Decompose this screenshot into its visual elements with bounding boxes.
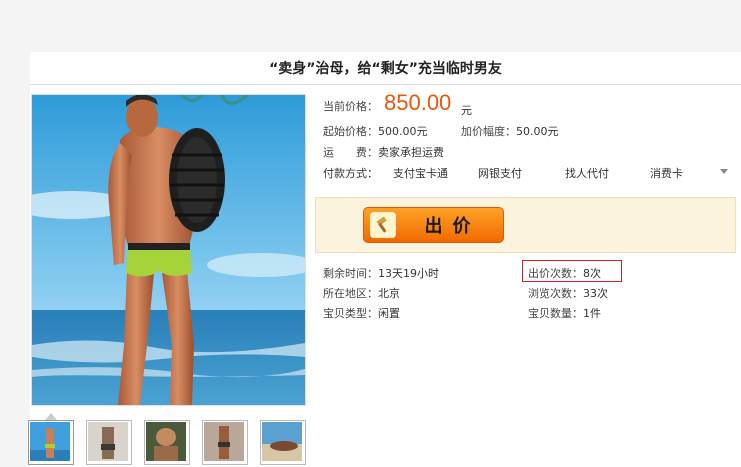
bid-count-highlight [522,260,622,282]
product-main-image[interactable] [31,94,306,406]
remaining-time-label: 剩余时间： [323,267,378,280]
payment-option-4[interactable]: 消费卡 [650,165,683,181]
thumbnail-image [88,422,128,461]
shipping-row: 运 费：卖家承担运费 [323,144,444,160]
increment-row: 加价幅度：50.00元 [461,123,559,139]
thumbnail-4[interactable] [202,420,248,465]
item-title: “卖身”治母，给“剩女”充当临时男友 [30,52,741,85]
payment-option-3[interactable]: 找人代付 [565,165,609,181]
thumbnail-5[interactable] [260,420,306,465]
remaining-time-row: 剩余时间：13天19小时 [323,265,439,281]
bid-button-label: 出价 [424,216,481,237]
current-price-value: 850.00 [384,90,452,115]
thumbnail-2[interactable] [86,420,132,465]
location-value: 北京 [378,287,400,300]
shipping-value: 卖家承担运费 [378,146,444,159]
start-price-label: 起始价格： [323,125,378,138]
chevron-down-icon[interactable] [718,165,730,177]
thumbnail-3[interactable] [144,420,190,465]
thumbnail-image [204,422,244,461]
hammer-icon [370,212,396,238]
start-price-value: 500.00元 [378,125,428,138]
current-price-label: 当前价格： [323,100,378,113]
selected-indicator [45,413,57,420]
increment-value: 50.00元 [516,125,559,138]
quantity-value: 1件 [583,307,601,320]
payment-label: 付款方式： [323,167,378,180]
product-photo [32,95,305,405]
thumbnail-strip [28,413,306,465]
location-label: 所在地区： [323,287,378,300]
location-row: 所在地区：北京 [323,285,400,301]
thumbnail-image [262,422,302,461]
thumbnail-image [30,422,70,461]
shipping-label: 运 费： [323,146,378,159]
item-type-value: 闲置 [378,307,400,320]
start-price-row: 起始价格：500.00元 [323,123,428,139]
views-value: 33次 [583,287,608,300]
quantity-row: 宝贝数量：1件 [528,305,601,321]
thumbnail-image [146,422,186,461]
price-unit: 元 [461,104,472,117]
bid-button[interactable]: 出价 [363,207,504,243]
quantity-label: 宝贝数量： [528,307,583,320]
item-type-row: 宝贝类型：闲置 [323,305,400,321]
remaining-time-value: 13天19小时 [378,267,439,280]
current-price-row: 当前价格： [323,98,378,114]
increment-label: 加价幅度： [461,125,516,138]
views-label: 浏览次数： [528,287,583,300]
views-row: 浏览次数：33次 [528,285,608,301]
thumbnail-1[interactable] [28,413,74,465]
item-type-label: 宝贝类型： [323,307,378,320]
payment-option-2[interactable]: 网银支付 [478,165,522,181]
payment-option-1[interactable]: 支付宝卡通 [393,165,448,181]
